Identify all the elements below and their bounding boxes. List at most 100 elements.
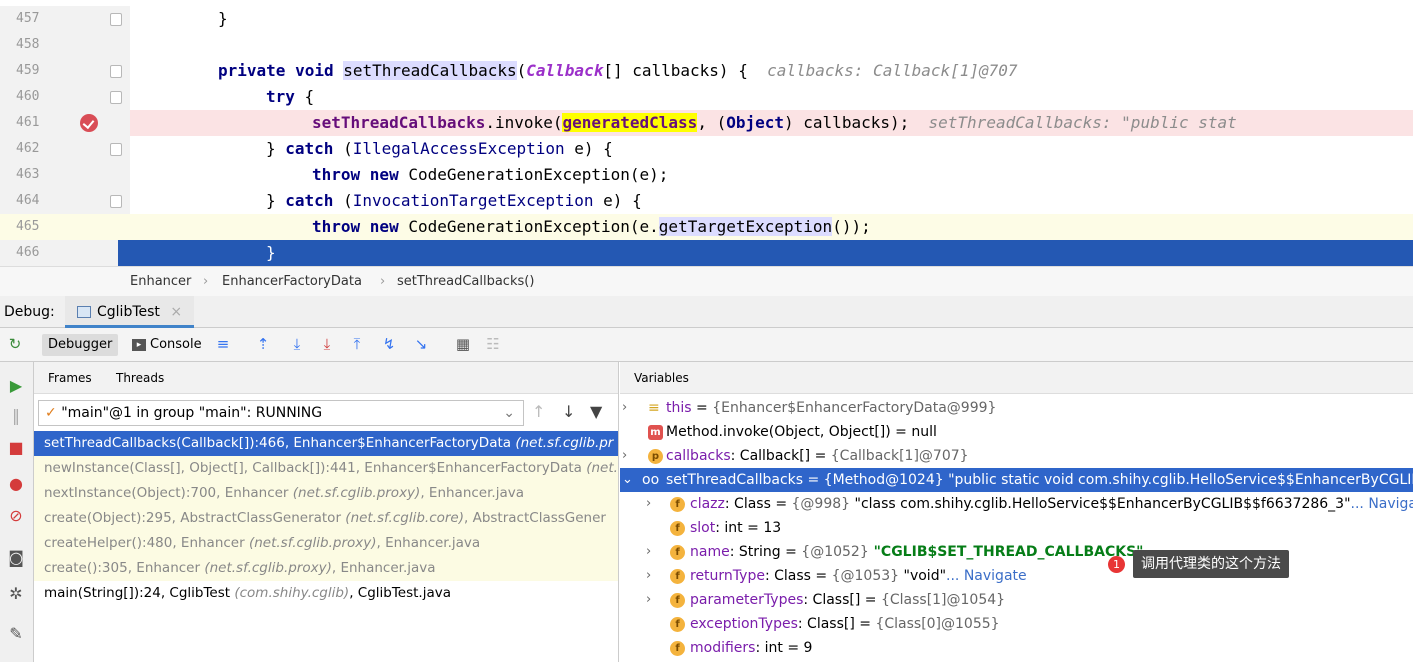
breadcrumb-item[interactable]: Enhancer xyxy=(130,267,191,297)
evaluate-expression-icon[interactable]: ▦ xyxy=(454,335,472,353)
variables-panel: Variables › ≡ this = {Enhancer$EnhancerF… xyxy=(620,362,1413,662)
breadcrumb-separator: › xyxy=(203,274,209,289)
frame-item[interactable]: nextInstance(Object):700, Enhancer (net.… xyxy=(34,481,618,506)
variable-row[interactable]: › f clazz: Class = {@998} "class com.shi… xyxy=(620,492,1413,516)
collapse-arrow-icon[interactable]: ⌄ xyxy=(622,468,633,492)
field-icon: f xyxy=(670,497,685,512)
variable-row[interactable]: f slot: int = 13 xyxy=(620,516,1413,540)
field-icon: f xyxy=(670,593,685,608)
line-number: 458 xyxy=(16,37,40,52)
drop-frame-icon[interactable]: ↯ xyxy=(380,335,398,353)
code-editor[interactable]: 457 } 458 459 private void setThreadCall… xyxy=(0,0,1413,266)
expand-arrow-icon[interactable]: › xyxy=(646,492,651,516)
pause-icon[interactable]: ‖ xyxy=(6,406,26,426)
parameter-icon: p xyxy=(648,449,663,464)
code-line: 462 } catch (IllegalAccessException e) { xyxy=(0,136,1413,162)
expand-arrow-icon[interactable]: › xyxy=(646,588,651,612)
breadcrumb: Enhancer › EnhancerFactoryData › setThre… xyxy=(0,266,1413,296)
code-line: 460 try { xyxy=(0,84,1413,110)
fold-marker-icon[interactable] xyxy=(110,143,122,156)
arrow-up-icon[interactable]: ↑ xyxy=(532,402,545,421)
thread-dropdown[interactable]: ✓ "main"@1 in group "main": RUNNING ⌄ xyxy=(38,400,524,426)
code-line: 457 } xyxy=(0,6,1413,32)
trace-icon[interactable]: ☷ xyxy=(484,335,502,353)
line-number: 462 xyxy=(16,141,40,156)
expand-arrow-icon[interactable]: › xyxy=(622,444,627,468)
code-text: throw new CodeGenerationException(e); xyxy=(312,165,669,184)
menu-icon[interactable]: ≡ xyxy=(214,335,232,353)
tab-console[interactable]: ▸ Console xyxy=(132,334,202,356)
tab-frames[interactable]: Frames xyxy=(48,362,92,394)
frame-item[interactable]: create(Object):295, AbstractClassGenerat… xyxy=(34,506,618,531)
code-line: 463 throw new CodeGenerationException(e)… xyxy=(0,162,1413,188)
variable-row[interactable]: f modifiers: int = 9 xyxy=(620,636,1413,660)
resume-icon[interactable]: ▶ xyxy=(6,376,26,396)
tab-threads[interactable]: Threads xyxy=(116,362,164,394)
method-return-icon: m xyxy=(648,425,663,440)
variable-row[interactable]: m Method.invoke(Object, Object[]) = null xyxy=(620,420,1413,444)
field-icon: f xyxy=(670,521,685,536)
debug-tool-header: Debug: CglibTest × xyxy=(0,296,1413,328)
code-text: try { xyxy=(266,87,315,106)
fold-marker-icon[interactable] xyxy=(110,65,122,78)
variable-row[interactable]: › p callbacks: Callback[] = {Callback[1]… xyxy=(620,444,1413,468)
debug-side-toolbar: ▶ ‖ ■ ● ⊘ ◙ ✲ ✎ xyxy=(0,362,34,662)
field-icon: f xyxy=(670,641,685,656)
code-text: } xyxy=(266,243,276,262)
stop-icon[interactable]: ■ xyxy=(6,438,26,458)
line-number: 464 xyxy=(16,193,40,208)
tab-debugger[interactable]: Debugger xyxy=(42,334,119,356)
fold-marker-icon[interactable] xyxy=(110,195,122,208)
variable-row[interactable]: › f returnType: Class = {@1053} "void"..… xyxy=(620,564,1413,588)
frame-item[interactable]: setThreadCallbacks(Callback[]):466, Enha… xyxy=(34,431,618,456)
mute-breakpoints-icon[interactable]: ⊘ xyxy=(6,506,26,526)
camera-icon[interactable]: ◙ xyxy=(6,548,26,568)
filter-icon[interactable]: ▼ xyxy=(590,402,602,421)
fold-marker-icon[interactable] xyxy=(110,91,122,104)
step-over-icon[interactable]: ⤓ xyxy=(288,335,306,353)
tab-cgli-btest[interactable]: CglibTest × xyxy=(65,296,195,328)
inline-debug-hint: setThreadCallbacks: "public stat xyxy=(928,113,1237,132)
step-out-icon[interactable]: ⤒ xyxy=(348,335,366,353)
list-icon: ≡ xyxy=(648,400,660,416)
expand-arrow-icon[interactable]: › xyxy=(646,564,651,588)
close-tab-icon[interactable]: × xyxy=(170,304,182,320)
variable-row[interactable]: f exceptionTypes: Class[] = {Class[0]@10… xyxy=(620,612,1413,636)
expand-arrow-icon[interactable]: › xyxy=(646,540,651,564)
code-text: } catch (InvocationTargetException e) { xyxy=(266,191,642,210)
code-text: setThreadCallbacks.invoke(generatedClass… xyxy=(312,113,1237,132)
breakpoint-icon[interactable] xyxy=(80,114,98,132)
code-line: 459 private void setThreadCallbacks(Call… xyxy=(0,58,1413,84)
thread-selector-row: ✓ "main"@1 in group "main": RUNNING ⌄ ↑ … xyxy=(34,394,618,430)
frames-panel: Frames Threads ✓ "main"@1 in group "main… xyxy=(34,362,619,662)
frame-item[interactable]: create():305, Enhancer (net.sf.cglib.pro… xyxy=(34,556,618,581)
variable-row[interactable]: › f parameterTypes: Class[] = {Class[1]@… xyxy=(620,588,1413,612)
settings-icon[interactable]: ✲ xyxy=(6,584,26,604)
check-icon: ✓ xyxy=(45,405,57,421)
frame-item[interactable]: createHelper():480, Enhancer (net.sf.cgl… xyxy=(34,531,618,556)
frame-item[interactable]: newInstance(Class[], Object[], Callback[… xyxy=(34,456,618,481)
rerun-icon[interactable]: ↻ xyxy=(6,335,24,353)
variable-row[interactable]: › ≡ this = {Enhancer$EnhancerFactoryData… xyxy=(620,396,1413,420)
console-window-icon xyxy=(77,306,91,318)
fold-marker-icon[interactable] xyxy=(110,13,122,26)
arrow-down-icon[interactable]: ↓ xyxy=(562,402,575,421)
field-icon: f xyxy=(670,569,685,584)
view-breakpoints-icon[interactable]: ● xyxy=(6,474,26,494)
line-number: 460 xyxy=(16,89,40,104)
variable-row-selected[interactable]: ⌄ oo setThreadCallbacks = {Method@1024} … xyxy=(620,468,1413,492)
code-text: throw new CodeGenerationException(e.getT… xyxy=(312,217,871,236)
run-to-cursor-icon[interactable]: ↘ xyxy=(412,335,430,353)
chevron-down-icon: ⌄ xyxy=(503,405,515,421)
variable-row[interactable]: › f name: String = {@1052} "CGLIB$SET_TH… xyxy=(620,540,1413,564)
breadcrumb-separator: › xyxy=(380,274,386,289)
field-icon: f xyxy=(670,617,685,632)
code-line: 464 } catch (InvocationTargetException e… xyxy=(0,188,1413,214)
show-execution-point-icon[interactable]: ⇡ xyxy=(254,335,272,353)
expand-arrow-icon[interactable]: › xyxy=(622,396,627,420)
step-into-icon[interactable]: ⤓ xyxy=(318,335,336,353)
breadcrumb-item[interactable]: setThreadCallbacks() xyxy=(397,267,534,297)
pin-icon[interactable]: ✎ xyxy=(6,624,26,644)
frame-item[interactable]: main(String[]):24, CglibTest (com.shihy.… xyxy=(34,581,618,606)
breadcrumb-item[interactable]: EnhancerFactoryData xyxy=(222,267,362,297)
